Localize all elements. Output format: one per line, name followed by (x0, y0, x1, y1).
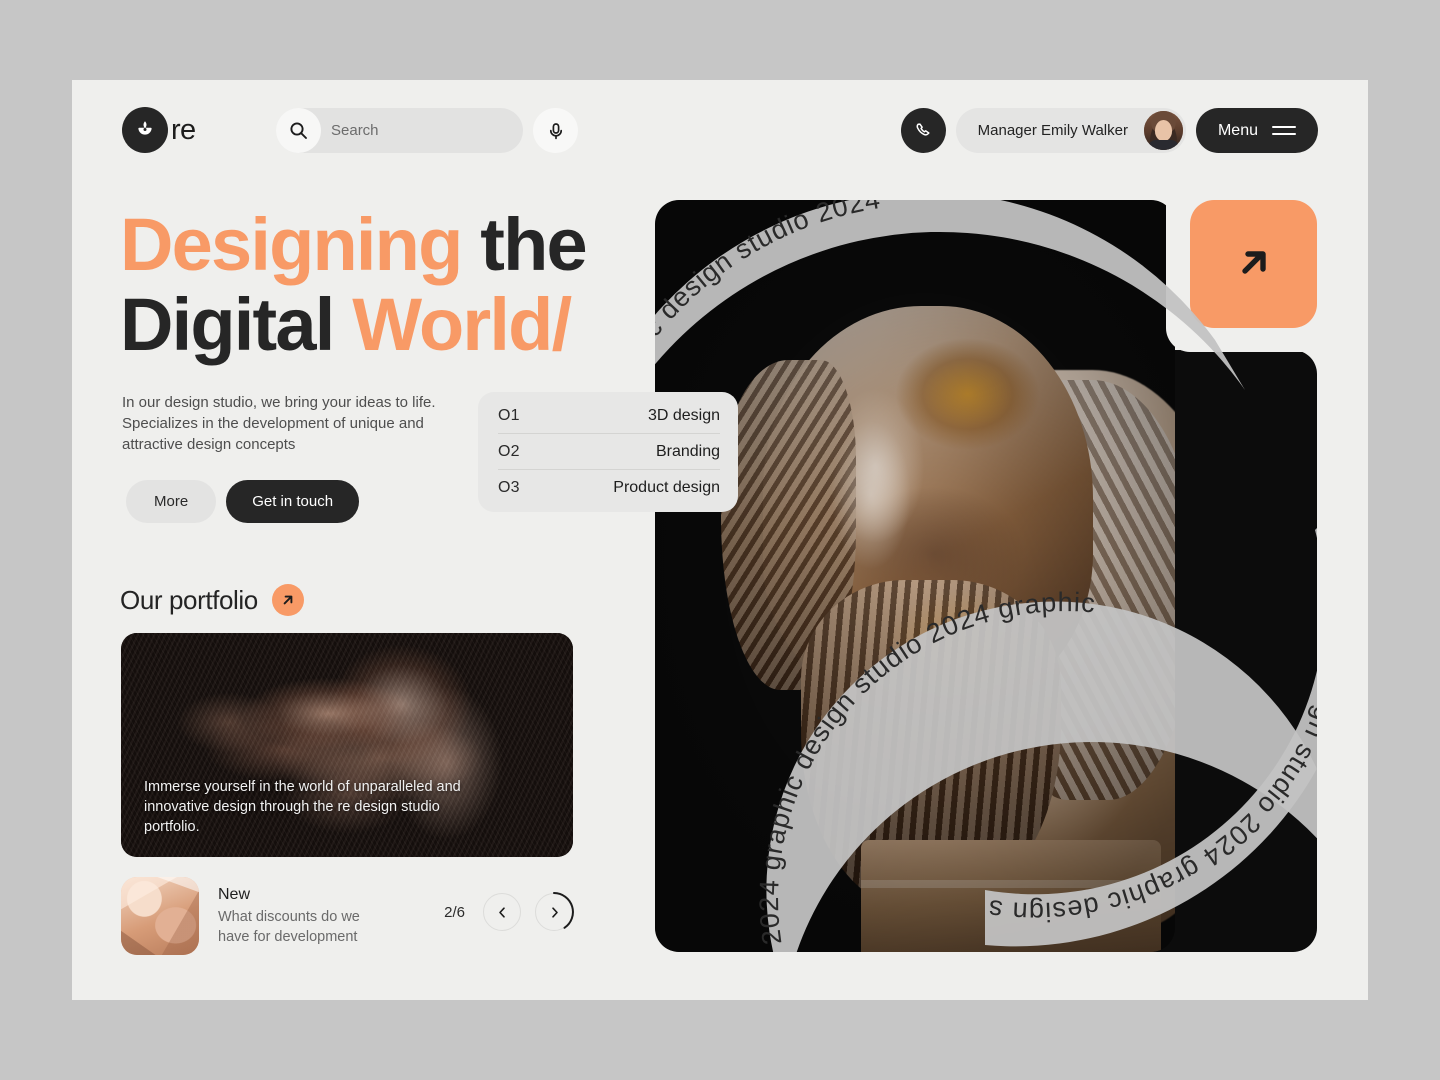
news-label: New (218, 885, 251, 903)
search-input[interactable] (331, 122, 501, 139)
hero-description: In our design studio, we bring your idea… (122, 394, 436, 453)
news-row: New What discounts do we have for develo… (121, 875, 574, 957)
manager-pill[interactable]: Manager Emily Walker (955, 108, 1186, 153)
brand-logo[interactable]: re (122, 107, 196, 153)
news-text: New What discounts do we have for develo… (218, 886, 383, 947)
service-number: O3 (498, 479, 520, 496)
news-thumbnail[interactable] (121, 877, 199, 955)
site-header: re Search Manager Emily Walker Menu (72, 80, 1368, 190)
statue-artwork (655, 200, 1175, 952)
chevron-left-icon[interactable] (483, 893, 521, 931)
carousel-counter: 2/6 (444, 903, 465, 921)
hero-title-word-the: the (480, 203, 587, 286)
page-title: Designing the Digital World/ (120, 205, 640, 365)
page-card: re Search Manager Emily Walker Menu Desi… (72, 80, 1368, 1000)
chevron-right-icon[interactable] (535, 892, 574, 931)
lotus-logo-icon (122, 107, 168, 153)
hero-visual: graphic design studio 2024 graphic desig… (655, 200, 1317, 952)
hero-title-word-digital: Digital (120, 283, 335, 366)
service-item-2[interactable]: O2 Branding (498, 434, 720, 470)
search-area (276, 108, 578, 153)
service-item-1[interactable]: O1 3D design (498, 398, 720, 434)
portfolio-copy: Immerse yourself in the world of unparal… (144, 779, 461, 835)
service-item-3[interactable]: O3 Product design (498, 470, 720, 506)
microphone-icon[interactable] (533, 108, 578, 153)
service-label: Product design (613, 479, 720, 496)
portfolio-card[interactable]: Immerse yourself in the world of unparal… (121, 633, 573, 857)
more-button[interactable]: More (126, 480, 217, 523)
service-label: Branding (655, 442, 720, 460)
get-in-touch-button[interactable]: Get in touch (226, 480, 360, 523)
arrow-up-right-icon (1231, 239, 1277, 290)
brand-name: re (171, 113, 196, 146)
portfolio-header: Our portfolio (120, 584, 304, 616)
hero-cta-button[interactable] (1190, 200, 1317, 328)
menu-label: Menu (1217, 121, 1258, 139)
hamburger-icon (1272, 125, 1296, 136)
header-actions: Manager Emily Walker Menu (900, 108, 1318, 153)
hero-cta-row: More Get in touch (126, 480, 360, 523)
arrow-up-right-icon[interactable] (271, 584, 304, 616)
news-headline: What discounts do we have for developmen… (218, 908, 360, 945)
menu-button[interactable]: Menu (1195, 108, 1318, 153)
hero-image-panel (655, 200, 1175, 952)
portfolio-title: Our portfolio (120, 584, 258, 615)
avatar (1143, 111, 1183, 150)
service-label: 3D design (647, 406, 720, 424)
manager-name: Manager Emily Walker (977, 122, 1128, 139)
hero-title-word-world: World/ (352, 283, 572, 366)
service-number: O1 (498, 406, 520, 424)
services-list: O1 3D design O2 Branding O3 Product desi… (478, 392, 738, 512)
phone-icon[interactable] (900, 108, 946, 153)
search-bar[interactable] (276, 108, 523, 153)
carousel-controls: 2/6 (444, 892, 574, 931)
service-number: O2 (498, 442, 520, 460)
search-icon[interactable] (276, 108, 321, 153)
hero-title-word-designing: Designing (120, 203, 463, 286)
